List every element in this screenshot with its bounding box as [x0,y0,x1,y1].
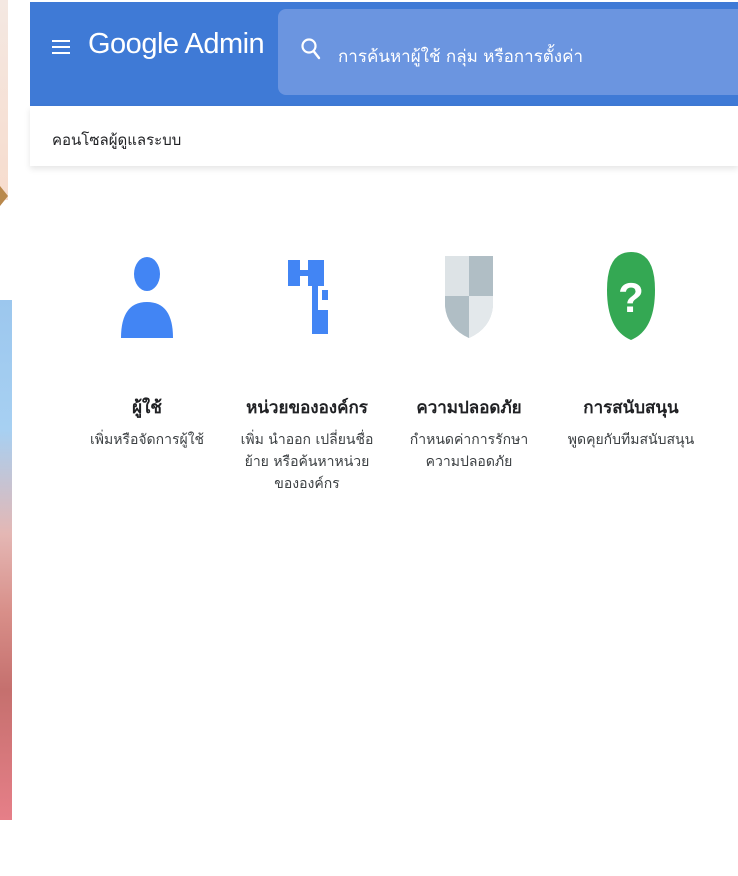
tile-description: เพิ่ม นำออก เปลี่ยนชื่อ ย้าย หรือค้นหาหน… [240,432,374,492]
tile-description: พูดคุยกับทีมสนับสนุน [567,432,695,448]
tile-security[interactable]: ความปลอดภัย กำหนดค่าการรักษา ความปลอดภัย [384,240,554,473]
org-tree-icon [288,260,328,334]
shield-icon [445,256,493,338]
hamburger-menu-icon[interactable] [52,40,70,54]
search-icon [301,38,321,60]
search-input[interactable]: การค้นหาผู้ใช้ กลุ่ม หรือการตั้งค่า [338,43,583,70]
help-question-icon: ? [607,252,655,340]
top-app-bar: Google Admin การค้นหาผู้ใช้ กลุ่ม หรือกา… [30,2,738,106]
tile-title: การสนับสนุน [583,398,679,418]
tile-description: กำหนดค่าการรักษา ความปลอดภัย [409,432,529,470]
wallpaper-segment-marker [0,186,8,206]
wallpaper-segment-bottom [0,300,12,820]
breadcrumb-bar: คอนโซลผู้ดูแลระบบ [30,106,738,166]
admin-console-window: Google Admin การค้นหาผู้ใช้ กลุ่ม หรือกา… [30,0,738,876]
tile-support[interactable]: ? การสนับสนุน พูดคุยกับทีมสนับสนุน [546,240,716,451]
tile-title: ความปลอดภัย [416,398,522,418]
svg-text:?: ? [618,274,644,321]
search-bar[interactable]: การค้นหาผู้ใช้ กลุ่ม หรือการตั้งค่า [278,9,738,95]
wallpaper-segment-top [0,0,8,200]
breadcrumb[interactable]: คอนโซลผู้ดูแลระบบ [52,128,181,152]
tile-org-units[interactable]: หน่วยขององค์กร เพิ่ม นำออก เปลี่ยนชื่อ ย… [222,240,392,495]
tile-users[interactable]: ผู้ใช้ เพิ่มหรือจัดการผู้ใช้ [62,240,232,451]
tile-title: ผู้ใช้ [132,398,162,418]
app-title[interactable]: Google Admin [88,28,265,61]
tile-description: เพิ่มหรือจัดการผู้ใช้ [89,432,205,448]
admin-tiles: ผู้ใช้ เพิ่มหรือจัดการผู้ใช้ หน่วยขององค… [30,240,738,540]
person-icon [121,257,173,338]
tile-title: หน่วยขององค์กร [246,398,368,418]
background-wallpaper-strip [0,0,30,876]
